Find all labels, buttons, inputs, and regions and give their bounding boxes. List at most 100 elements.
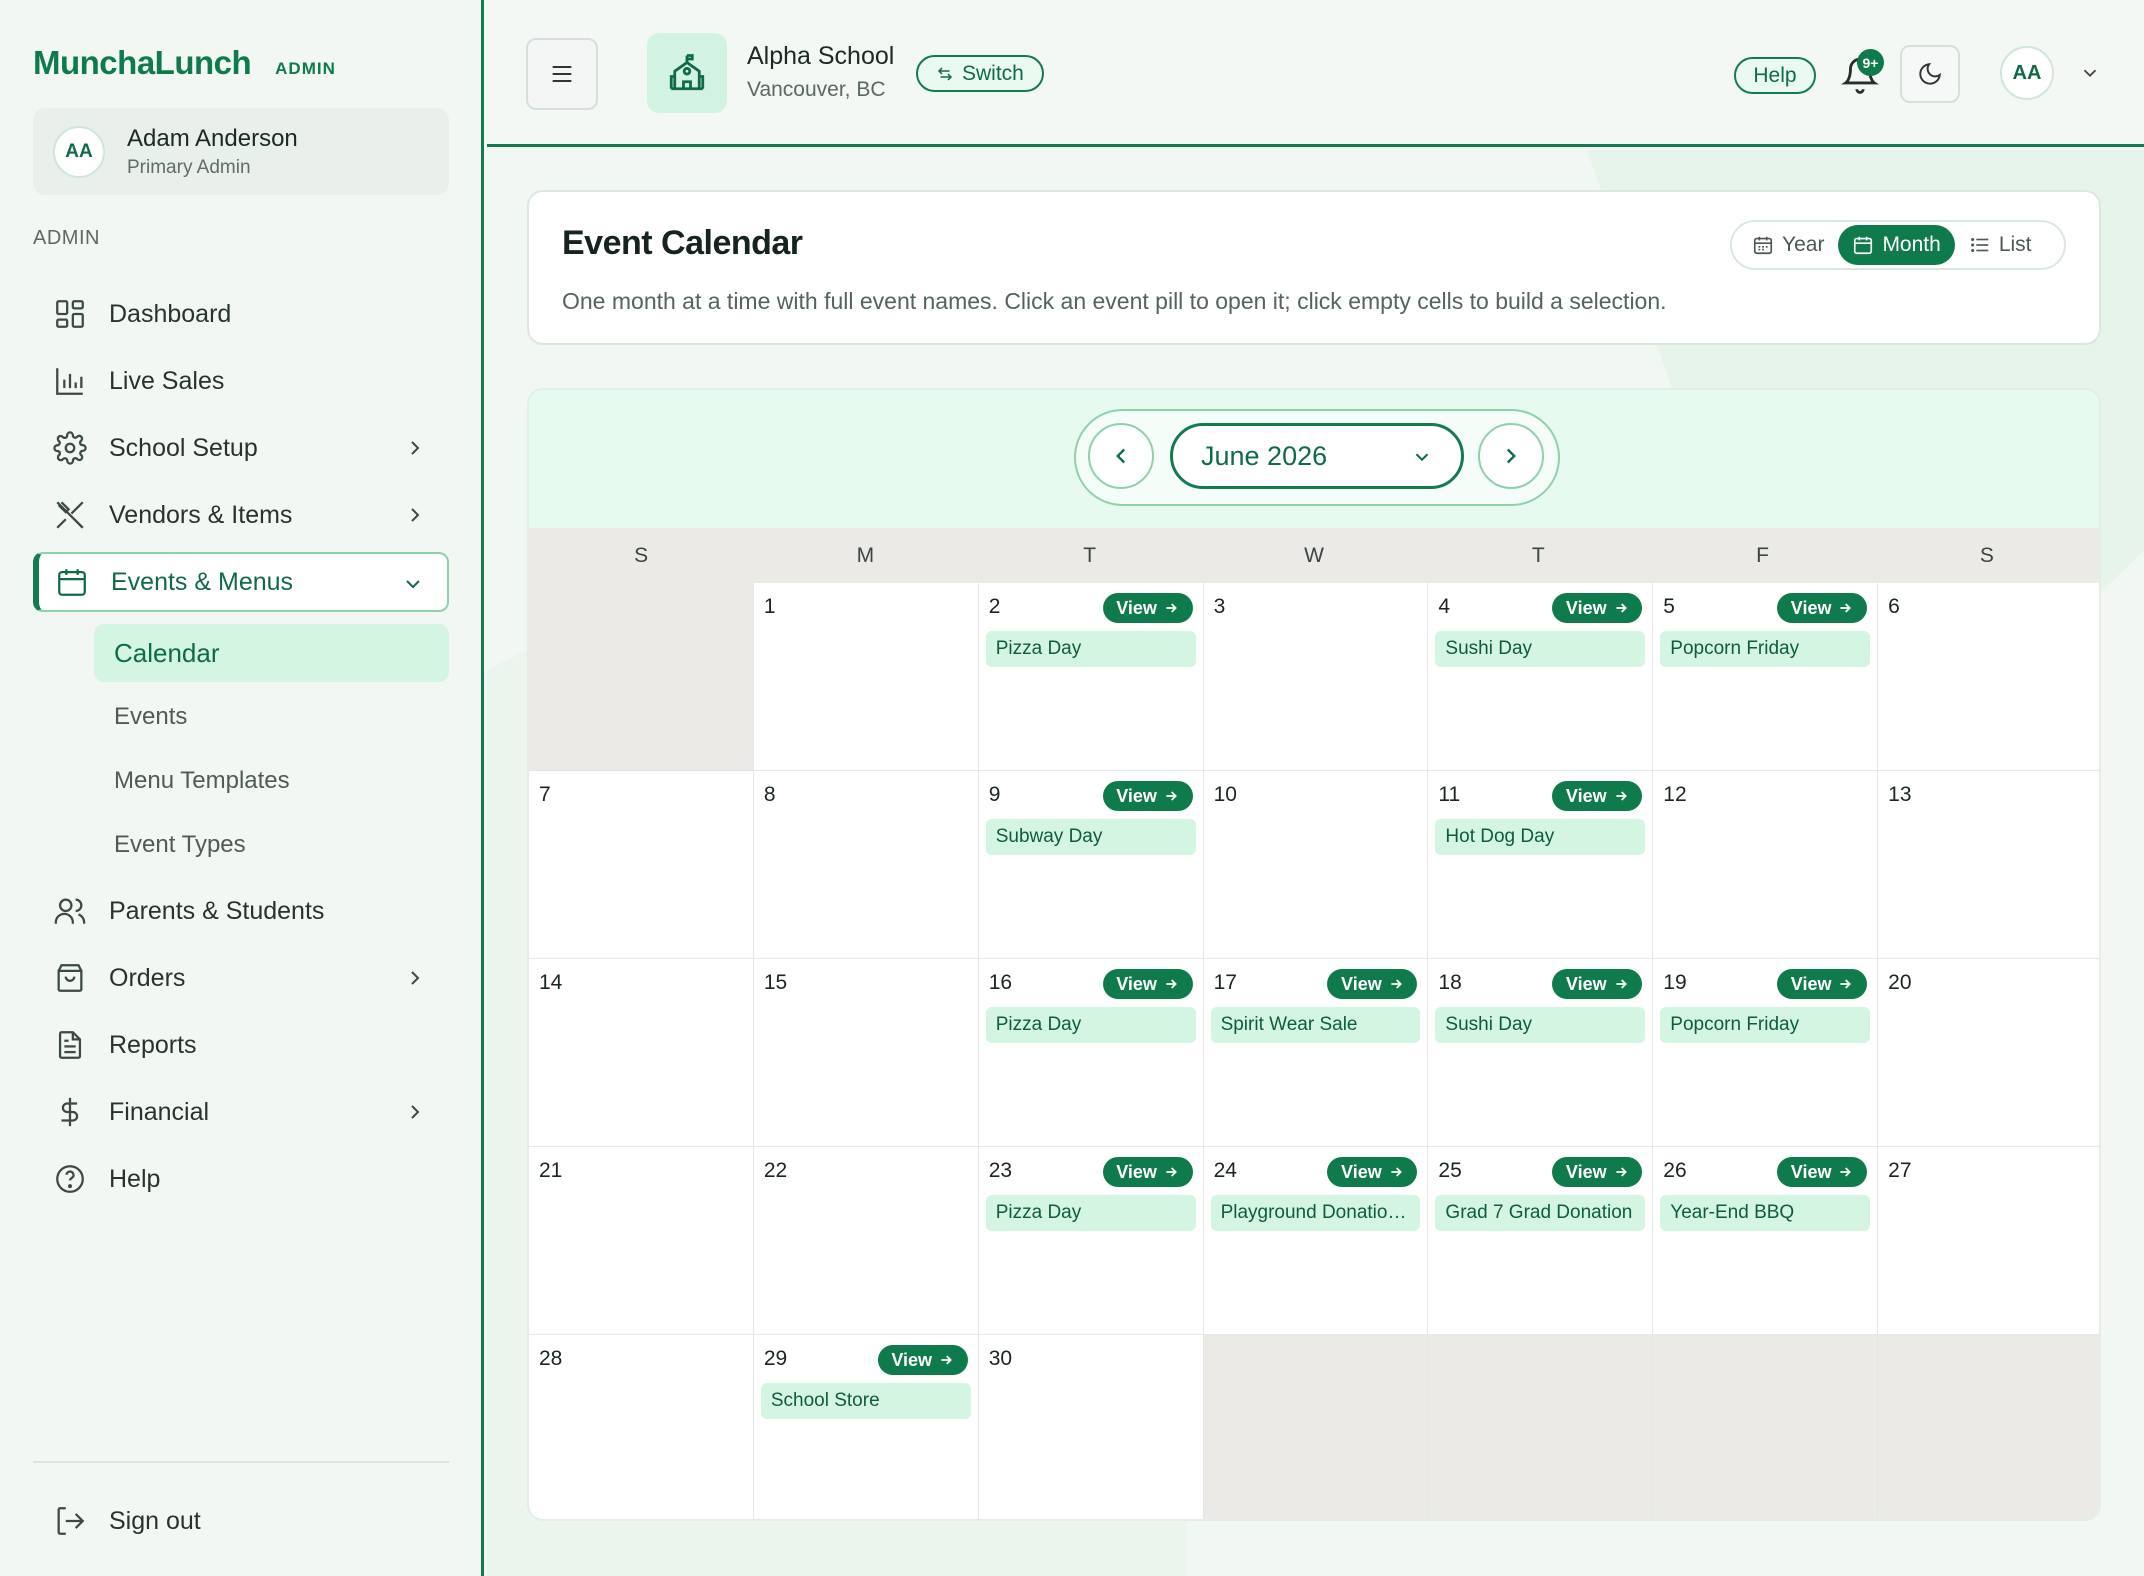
sidebar-item-vendors-items[interactable]: Vendors & Items [33, 485, 449, 545]
event-pill[interactable]: Popcorn Friday [1660, 1007, 1871, 1043]
view-event-button[interactable]: View [1552, 1157, 1643, 1187]
sidebar-item-orders[interactable]: Orders [33, 948, 449, 1008]
calendar-day-cell[interactable]: 17 View Spirit Wear Sale [1203, 959, 1429, 1147]
event-pill[interactable]: Pizza Day [985, 1007, 1196, 1043]
day-number: 22 [763, 1159, 788, 1182]
sidebar-item-financial[interactable]: Financial [33, 1082, 449, 1142]
view-year-button[interactable]: Year [1738, 225, 1838, 265]
view-list-button[interactable]: List [1955, 225, 2046, 265]
calendar-day-cell[interactable]: 23 View Pizza Day [978, 1147, 1204, 1335]
event-pill[interactable]: Grad 7 Grad Donation [1435, 1195, 1646, 1231]
sidebar-item-school-setup[interactable]: School Setup [33, 418, 449, 478]
event-pill[interactable]: Playground Donatio… [1210, 1195, 1421, 1231]
view-event-button[interactable]: View [1552, 969, 1643, 999]
event-pill[interactable]: Hot Dog Day [1435, 819, 1646, 855]
calendar-day-cell[interactable]: 25 View Grad 7 Grad Donation [1428, 1147, 1654, 1335]
event-pill[interactable]: Sushi Day [1435, 1007, 1646, 1043]
calendar-day-cell[interactable]: 18 View Sushi Day [1428, 959, 1654, 1147]
event-pill[interactable]: School Store [760, 1383, 971, 1419]
arrow-right-icon [1166, 979, 1177, 989]
view-label: View [1565, 597, 1607, 618]
view-event-button[interactable]: View [1102, 969, 1193, 999]
event-pill[interactable]: Pizza Day [985, 631, 1196, 667]
calendar-day-cell[interactable]: 11 View Hot Dog Day [1428, 771, 1654, 959]
theme-toggle-button[interactable] [1900, 45, 1960, 103]
sign-out-button[interactable]: Sign out [33, 1491, 449, 1551]
view-event-button[interactable]: View [1777, 593, 1868, 623]
calendar-day-cell[interactable]: 6 [1878, 583, 2099, 771]
calendar-day-cell[interactable]: 14 [529, 959, 754, 1147]
calendar-day-cell[interactable]: 22 [753, 1147, 979, 1335]
sidebar-item-parents-students[interactable]: Parents & Students [33, 881, 449, 941]
view-label: View [1565, 973, 1607, 994]
user-card[interactable]: AA Adam Anderson Primary Admin [33, 108, 449, 195]
brand-logo[interactable]: MunchaLunch [33, 44, 252, 82]
view-event-button[interactable]: View [1327, 1157, 1418, 1187]
day-number: 20 [1888, 971, 1912, 994]
calendar-day-cell[interactable]: 9 View Subway Day [978, 771, 1204, 959]
event-pill[interactable]: Popcorn Friday [1660, 631, 1871, 667]
view-event-button[interactable]: View [1102, 593, 1193, 623]
sidebar-item-reports[interactable]: Reports [33, 1015, 449, 1075]
calendar-day-cell[interactable]: 21 [529, 1147, 754, 1335]
menu-toggle-button[interactable] [526, 38, 598, 110]
switch-school-button[interactable]: Switch [916, 55, 1044, 92]
event-pill[interactable]: Year-End BBQ [1660, 1195, 1871, 1231]
prev-month-button[interactable] [1088, 423, 1154, 489]
sidebar-subitem-event-types[interactable]: Event Types [94, 816, 449, 874]
view-event-button[interactable]: View [1777, 1157, 1868, 1187]
arrow-right-icon [1615, 603, 1627, 613]
view-event-button[interactable]: View [1102, 1157, 1193, 1187]
calendar-day-cell[interactable]: 30 [978, 1335, 1204, 1519]
sidebar-item-dashboard[interactable]: Dashboard [33, 284, 449, 344]
event-pill[interactable]: Spirit Wear Sale [1210, 1007, 1421, 1043]
calendar-day-cell[interactable]: 15 [753, 959, 979, 1147]
calendar-day-cell[interactable]: 19 View Popcorn Friday [1653, 959, 1879, 1147]
view-event-button[interactable]: View [1552, 593, 1643, 623]
view-event-button[interactable]: View [1102, 781, 1193, 811]
user-avatar-button[interactable]: AA [2000, 46, 2054, 100]
day-number: 6 [1888, 595, 1900, 618]
sidebar-subitem-calendar[interactable]: Calendar [94, 624, 449, 682]
sidebar-item-live-sales[interactable]: Live Sales [33, 351, 449, 411]
event-pill[interactable]: Sushi Day [1435, 631, 1646, 667]
sidebar-item-events-menus[interactable]: Events & Menus [33, 552, 449, 612]
weekday-label: W [1304, 544, 1324, 567]
view-event-button[interactable]: View [1327, 969, 1418, 999]
view-month-button[interactable]: Month [1838, 225, 1955, 265]
chevron-down-icon [1415, 453, 1429, 462]
calendar-day-cell[interactable]: 24 View Playground Donatio… [1203, 1147, 1429, 1335]
calendar-day-cell[interactable]: 8 [753, 771, 979, 959]
view-label: View [1790, 597, 1832, 618]
calendar-day-cell[interactable]: 1 [753, 583, 979, 771]
calendar-day-cell[interactable]: 16 View Pizza Day [978, 959, 1204, 1147]
calendar-day-cell[interactable]: 27 [1878, 1147, 2099, 1335]
month-select[interactable]: June 2026 [1170, 423, 1464, 489]
help-button[interactable]: Help [1734, 57, 1816, 94]
event-pill[interactable]: Subway Day [985, 819, 1196, 855]
chevron-down-icon[interactable] [2079, 62, 2101, 84]
calendar-day-cell[interactable]: 26 View Year-End BBQ [1653, 1147, 1879, 1335]
sidebar-subitem-events[interactable]: Events [94, 688, 449, 746]
calendar-day-cell[interactable]: 4 View Sushi Day [1428, 583, 1654, 771]
calendar-day-cell[interactable]: 28 [529, 1335, 754, 1519]
calendar-day-cell[interactable]: 7 [529, 771, 754, 959]
calendar-day-cell[interactable]: 29 View School Store [753, 1335, 979, 1519]
calendar-day-cell[interactable]: 5 View Popcorn Friday [1653, 583, 1879, 771]
next-month-button[interactable] [1478, 423, 1544, 489]
view-event-button[interactable]: View [877, 1345, 968, 1375]
event-pill[interactable]: Pizza Day [985, 1195, 1196, 1231]
calendar-day-cell[interactable]: 3 [1203, 583, 1429, 771]
calendar-day-cell[interactable]: 13 [1878, 771, 2099, 959]
chevron-right-icon [1506, 448, 1516, 464]
view-event-button[interactable]: View [1552, 781, 1643, 811]
calendar-day-cell[interactable]: 12 [1653, 771, 1879, 959]
sidebar-item-help[interactable]: Help [33, 1149, 449, 1209]
day-number: 4 [1438, 595, 1451, 618]
calendar-day-cell[interactable]: 20 [1878, 959, 2099, 1147]
calendar-day-cell[interactable]: 10 [1203, 771, 1429, 959]
sidebar-item-label: Orders [109, 963, 186, 992]
sidebar-subitem-menu-templates[interactable]: Menu Templates [94, 752, 449, 810]
calendar-day-cell[interactable]: 2 View Pizza Day [978, 583, 1204, 771]
view-event-button[interactable]: View [1777, 969, 1868, 999]
